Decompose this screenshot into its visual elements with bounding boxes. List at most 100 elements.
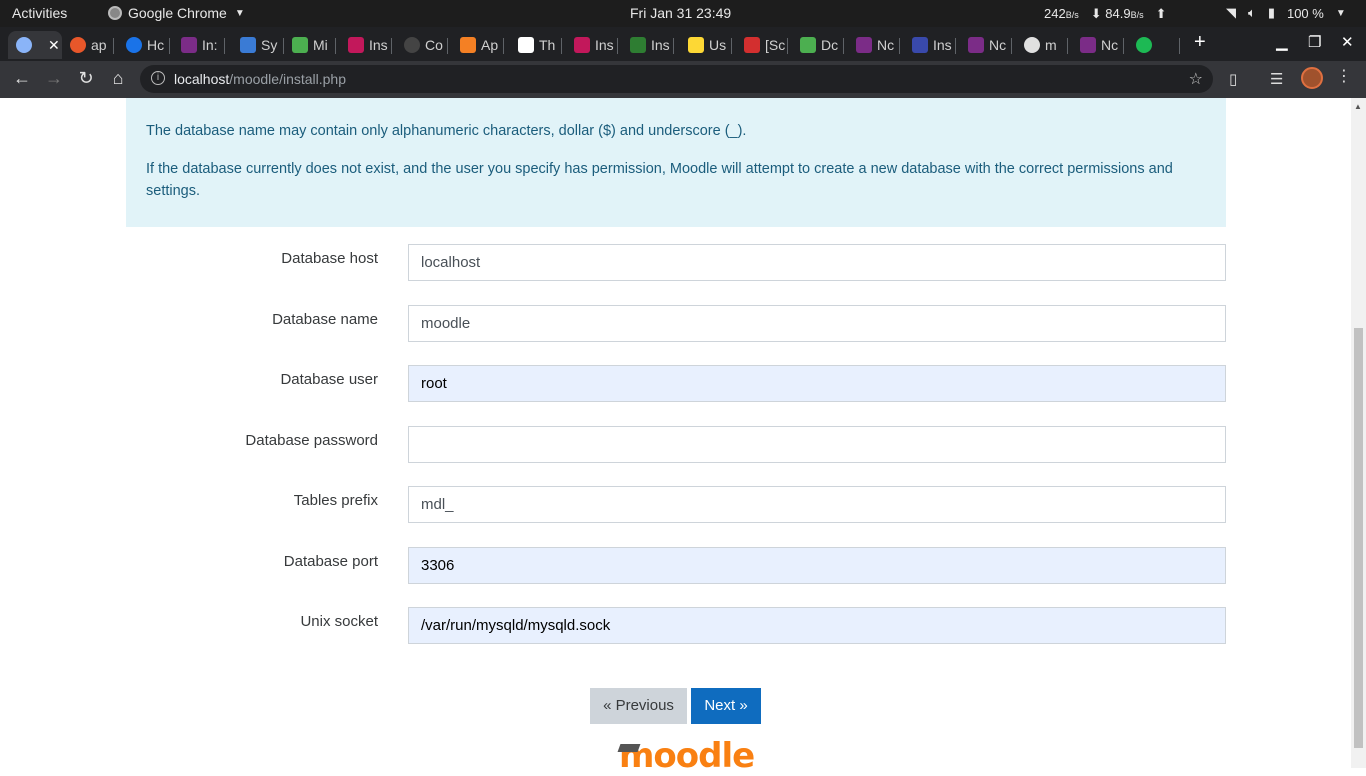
url-text[interactable]: localhost/moodle/install.php [174, 71, 346, 87]
new-tab-button[interactable]: + [1194, 31, 1206, 54]
browser-tab[interactable]: [Sc [736, 31, 788, 59]
profile-avatar[interactable] [1301, 67, 1323, 89]
browser-tab[interactable]: In: [173, 31, 225, 59]
db-password-input[interactable] [408, 426, 1226, 463]
tab-label: Nc [1101, 37, 1119, 53]
tab-label: Ins [369, 37, 388, 53]
close-tab-icon[interactable]: ✕ [48, 37, 60, 54]
db-host-row: Database host [126, 244, 1226, 281]
scroll-up-icon[interactable]: ▲ [1354, 102, 1362, 111]
graduation-cap-icon [617, 744, 641, 752]
next-button[interactable]: Next » [691, 688, 761, 724]
reload-icon[interactable]: ↻ [74, 68, 98, 89]
tab-separator [843, 38, 844, 54]
browser-tab[interactable]: Nc [960, 31, 1012, 59]
tab-label: [Sc [765, 37, 786, 53]
magenta-icon [348, 37, 364, 53]
caret-down-icon: ▼ [1335, 7, 1346, 19]
browser-tab[interactable]: Nc [848, 31, 900, 59]
media-queue-icon[interactable]: ☰ [1270, 70, 1283, 88]
browser-tab[interactable]: Us [680, 31, 732, 59]
green-icon [800, 37, 816, 53]
browser-tab[interactable]: Co [396, 31, 448, 59]
tables-prefix-row: Tables prefix [126, 486, 1226, 523]
moodle-logo-text: moodle [619, 736, 755, 776]
database-info-notice: The database name may contain only alpha… [126, 98, 1226, 227]
tab-separator [503, 38, 504, 54]
back-icon[interactable]: ← [10, 68, 34, 89]
activities-button[interactable]: Activities [12, 5, 67, 21]
net-up-unit: B/s [1065, 10, 1079, 20]
address-bar[interactable]: i localhost/moodle/install.php ☆ [140, 65, 1213, 93]
home-icon[interactable]: ⌂ [106, 68, 130, 89]
browser-tab[interactable]: ✕ [8, 31, 62, 59]
tab-separator [391, 38, 392, 54]
browser-tab[interactable]: Nc [1072, 31, 1124, 59]
clock[interactable]: Fri Jan 31 23:49 [630, 5, 731, 21]
minimize-icon[interactable]: ▁ [1276, 33, 1288, 51]
app-menu[interactable]: Google Chrome ▼ [108, 5, 245, 21]
browser-tab[interactable]: Sy [232, 31, 284, 59]
browser-tab[interactable]: ap [62, 31, 114, 59]
moodle-icon [968, 37, 984, 53]
db-name-input[interactable] [408, 305, 1226, 342]
network-speed: 242B/s ⬇ 84.9B/s ⬆ [1044, 6, 1166, 22]
tab-separator [561, 38, 562, 54]
browser-tab[interactable]: m [1016, 31, 1068, 59]
browser-tab[interactable]: Ins [622, 31, 674, 59]
tab-separator [224, 38, 225, 54]
tab-separator [1011, 38, 1012, 54]
wifi-icon: ◥ [1226, 5, 1236, 20]
tab-label: Nc [877, 37, 895, 53]
close-window-icon[interactable]: ✕ [1341, 33, 1354, 51]
browser-tab[interactable] [1128, 31, 1180, 59]
browser-tab[interactable]: Ins [566, 31, 618, 59]
previous-button[interactable]: « Previous [590, 688, 687, 724]
site-info-icon[interactable]: i [151, 71, 165, 85]
tab-label: Ap [481, 37, 499, 53]
unix-socket-label: Unix socket [300, 613, 378, 630]
bookmark-star-icon[interactable]: ☆ [1189, 69, 1203, 89]
upload-arrow-icon: ⬆ [1155, 6, 1167, 21]
tab-label: Ins [595, 37, 614, 53]
browser-tab[interactable]: Hc [118, 31, 170, 59]
chrome-icon [108, 6, 122, 20]
app-name: Google Chrome [128, 5, 227, 21]
db-user-input[interactable] [408, 365, 1226, 402]
net-down-unit: B/s [1130, 10, 1144, 20]
tab-separator [1179, 38, 1180, 54]
browser-tab[interactable]: Dc [792, 31, 844, 59]
tables-prefix-label: Tables prefix [293, 492, 378, 509]
chrome-menu-icon[interactable]: ⋮ [1336, 66, 1352, 86]
unix-socket-input[interactable] [408, 607, 1226, 644]
tab-separator [899, 38, 900, 54]
system-tray[interactable]: ◥ 🔈︎ ▮ 100 % ▼ [1226, 5, 1346, 21]
net-down-speed: ⬇ 84.9B/s [1091, 6, 1144, 22]
tab-separator [1123, 38, 1124, 54]
db-port-input[interactable] [408, 547, 1226, 584]
db-name-label: Database name [272, 311, 378, 328]
slash-icon [518, 37, 534, 53]
maximize-icon[interactable]: ❐ [1308, 33, 1321, 51]
page-scrollbar[interactable]: ▲ [1351, 98, 1366, 768]
scrollbar-thumb[interactable] [1354, 328, 1363, 748]
forward-icon[interactable]: → [42, 68, 66, 89]
globe-icon [1024, 37, 1040, 53]
db-host-input[interactable] [408, 244, 1226, 281]
tables-prefix-input[interactable] [408, 486, 1226, 523]
globe-icon [16, 37, 32, 53]
browser-tab[interactable]: Ins [340, 31, 392, 59]
caret-down-icon: ▼ [234, 7, 245, 19]
extension-icon[interactable]: ▯ [1229, 70, 1237, 88]
tab-separator [787, 38, 788, 54]
volume-icon: 🔈︎ [1248, 5, 1256, 20]
browser-tab[interactable]: Ap [452, 31, 504, 59]
tab-label: Sy [261, 37, 278, 53]
browser-tab[interactable]: Mi [284, 31, 336, 59]
browser-tab[interactable]: Ins [904, 31, 956, 59]
browser-tab[interactable]: Th [510, 31, 562, 59]
url-path: /moodle/install.php [229, 71, 347, 87]
tab-separator [955, 38, 956, 54]
download-arrow-icon: ⬇ [1090, 6, 1102, 21]
a-icon [744, 37, 760, 53]
